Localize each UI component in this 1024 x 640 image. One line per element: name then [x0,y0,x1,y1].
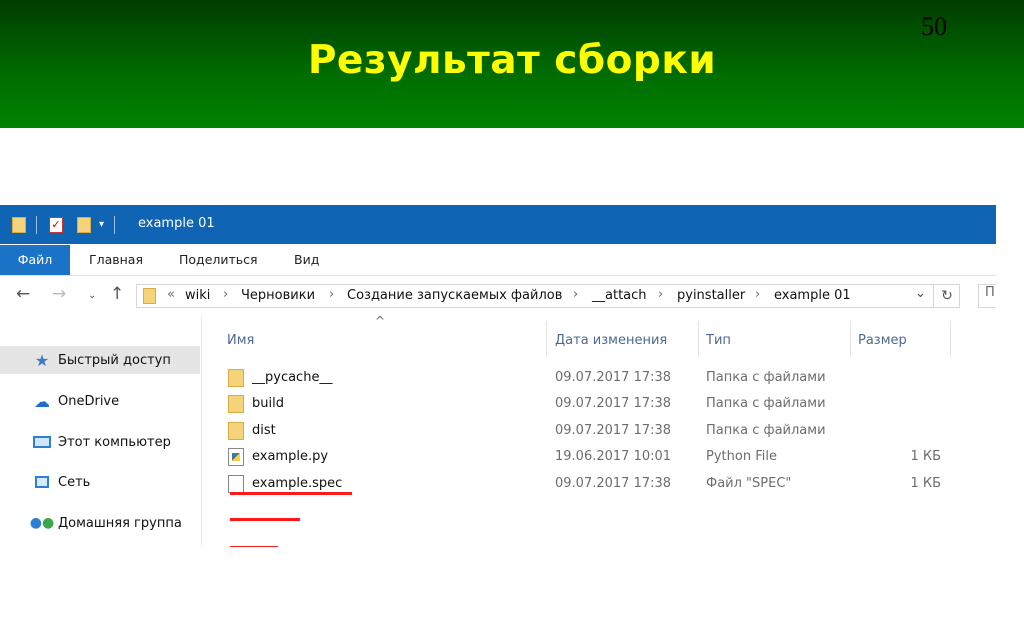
file-row-example-py[interactable]: example.py 19.06.2017 10:01 Python File … [203,445,996,471]
homegroup-icon: ● ● [29,515,55,531]
file-type: Python File [706,449,777,464]
folder-icon [228,369,244,387]
column-header-size[interactable]: Размер [858,333,907,348]
tab-share[interactable]: Поделиться [179,245,258,275]
file-date: 09.07.2017 17:38 [555,370,672,385]
slide-title: Результат сборки [307,38,717,83]
file-list: ^ Имя Дата изменения Тип Размер __pycach… [203,314,996,547]
file-row-dist[interactable]: dist 09.07.2017 17:38 Папка с файлами [203,419,996,445]
file-size: 1 КБ [910,449,941,464]
highlight-underline-example-spec [230,492,352,495]
customize-toolbar-icon[interactable]: ▾ [99,219,104,230]
crumb-drafts[interactable]: Черновики [241,288,315,303]
quick-access-toolbar: ✓ ▾ [12,205,116,244]
crumb-example01[interactable]: example 01 [774,288,851,303]
file-name: example.py [252,449,329,464]
up-arrow-icon[interactable]: ↑ [110,284,124,304]
sidebar-item-onedrive[interactable]: ☁ OneDrive [0,387,200,415]
crumb-separator-icon[interactable]: › [573,287,578,302]
column-header-name[interactable]: Имя [227,333,254,348]
folder-icon [228,422,244,440]
address-bar[interactable]: « wiki › Черновики › Создание запускаемы… [136,284,960,308]
file-row-build[interactable]: build 09.07.2017 17:38 Папка с файлами [203,392,996,418]
crumb-pyinstaller[interactable]: pyinstaller [677,288,745,303]
overflow-crumbs-icon[interactable]: « [167,287,175,302]
sidebar-item-label: Домашняя группа [58,515,182,531]
crumb-separator-icon[interactable]: › [223,287,228,302]
file-type: Файл "SPEC" [706,476,792,491]
back-arrow-icon[interactable]: ← [16,284,30,304]
column-divider[interactable] [698,321,699,357]
crumb-separator-icon[interactable]: › [329,287,334,302]
column-header-date[interactable]: Дата изменения [555,333,667,348]
file-name: build [252,396,284,411]
sidebar-item-label: Сеть [58,474,91,490]
navigation-bar: ← → ⌄ ↑ « wiki › Черновики › Создание за… [0,276,996,316]
sidebar-item-network[interactable]: Сеть [0,468,200,496]
new-folder-icon[interactable] [77,216,91,233]
forward-arrow-icon[interactable]: → [52,284,66,304]
slide-header: Результат сборки [0,0,1024,128]
column-header-type[interactable]: Тип [706,333,731,348]
search-input[interactable]: П [978,284,996,308]
column-divider[interactable] [850,321,851,357]
file-date: 09.07.2017 17:38 [555,476,672,491]
sidebar-item-quick-access[interactable]: ★ Быстрый доступ [0,346,200,374]
file-type: Папка с файлами [706,423,826,438]
highlight-underline-dist [230,546,278,547]
toolbar-separator [36,215,37,234]
file-name: example.spec [252,476,343,491]
file-name: dist [252,423,276,438]
toolbar-separator [114,215,116,234]
crumb-create-exe[interactable]: Создание запускаемых файлов [347,288,562,303]
file-type: Папка с файлами [706,396,826,411]
file-name: __pycache__ [252,370,333,385]
tab-file[interactable]: Файл [0,245,70,275]
window-title: example 01 [138,216,215,231]
explorer-window: ✓ ▾ example 01 Файл Главная Поделиться В… [0,205,996,547]
star-icon: ★ [34,350,50,370]
crumb-separator-icon[interactable]: › [658,287,663,302]
crumb-attach[interactable]: __attach [592,288,647,303]
tab-home[interactable]: Главная [89,245,143,275]
crumb-separator-icon[interactable]: › [755,287,760,302]
address-dropdown-chevron-icon[interactable]: ⌄ [915,286,926,301]
properties-icon[interactable]: ✓ [49,216,63,233]
folder-icon [12,216,26,233]
slide-page-number: 50 [921,12,947,41]
sidebar-item-label: OneDrive [58,393,120,409]
sidebar-item-label: Быстрый доступ [58,352,171,368]
sidebar-item-homegroup[interactable]: ● ● Домашняя группа [0,509,200,537]
file-type: Папка с файлами [706,370,826,385]
sidebar-item-this-pc[interactable]: Этот компьютер [0,428,200,456]
column-divider[interactable] [950,321,951,357]
file-date: 19.06.2017 10:01 [555,449,672,464]
tab-view[interactable]: Вид [294,245,319,275]
file-icon [228,475,244,493]
highlight-underline-build [230,518,300,521]
file-date: 09.07.2017 17:38 [555,423,672,438]
sidebar-item-label: Этот компьютер [58,434,171,450]
network-icon [32,472,52,492]
window-titlebar: ✓ ▾ example 01 [0,205,996,244]
refresh-icon[interactable]: ↻ [933,285,960,307]
computer-icon [32,432,52,452]
file-size: 1 КБ [910,476,941,491]
crumb-wiki[interactable]: wiki [185,288,210,303]
file-date: 09.07.2017 17:38 [555,396,672,411]
python-file-icon [228,448,244,466]
address-folder-icon [143,288,156,304]
sort-ascending-icon: ^ [375,314,386,328]
folder-icon [228,395,244,413]
cloud-icon: ☁ [34,391,50,411]
column-divider[interactable] [546,321,547,357]
recent-locations-chevron-icon[interactable]: ⌄ [88,290,96,301]
file-row-pycache[interactable]: __pycache__ 09.07.2017 17:38 Папка с фай… [203,366,996,392]
ribbon-tabs: Файл Главная Поделиться Вид [0,245,996,276]
navigation-pane: ★ Быстрый доступ ☁ OneDrive Этот компьют… [0,316,202,547]
